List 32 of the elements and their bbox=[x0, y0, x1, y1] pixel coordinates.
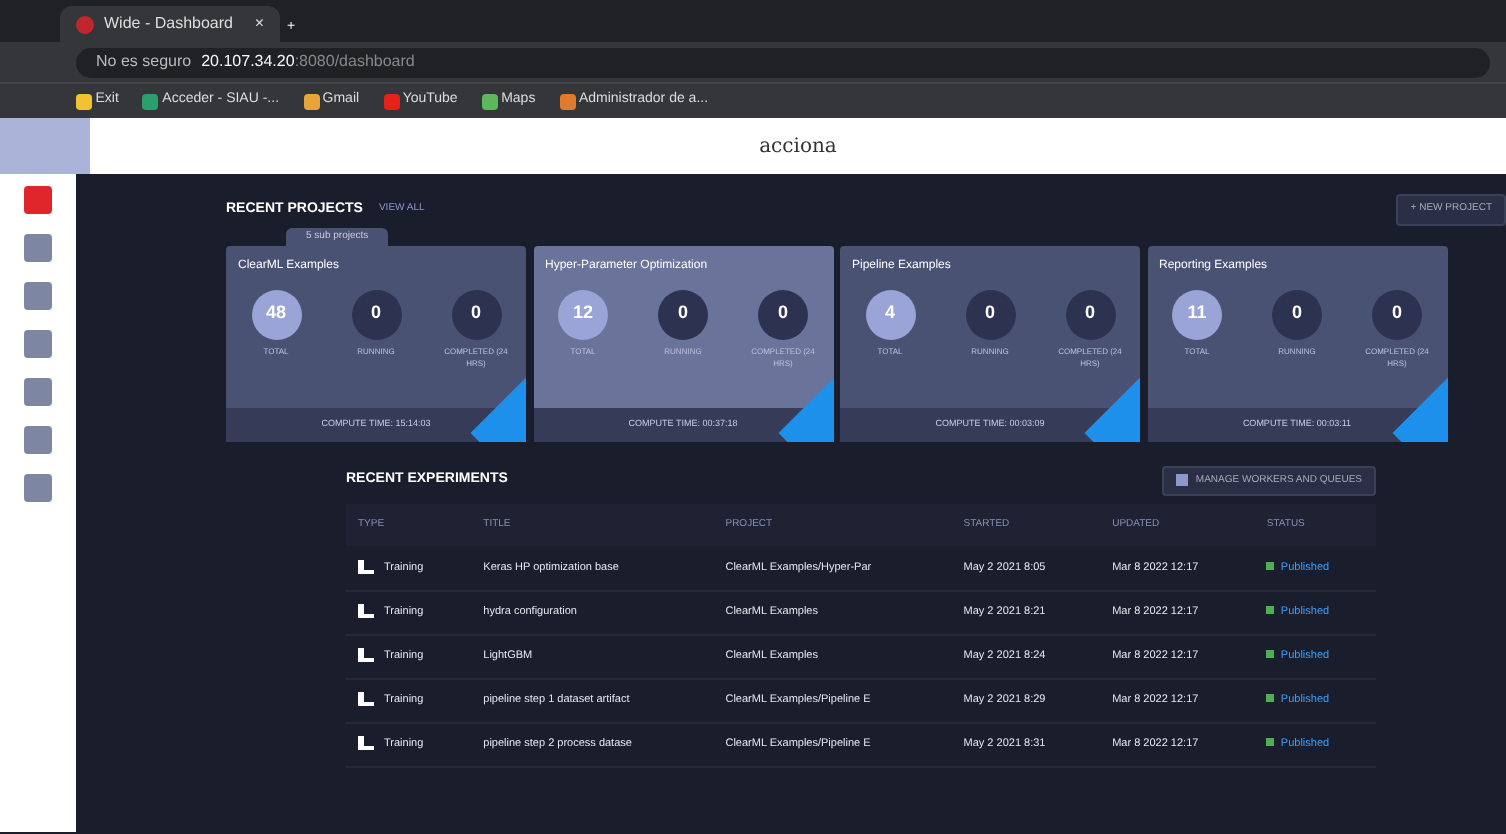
count-circle: 4 bbox=[865, 289, 915, 339]
sidebar-icon[interactable] bbox=[24, 474, 52, 502]
count-circle: 0 bbox=[1272, 289, 1322, 339]
url-text: 20.107.34.20:8080/dashboard bbox=[201, 50, 415, 74]
queue-icon bbox=[1175, 474, 1188, 487]
sidebar-icon[interactable] bbox=[24, 426, 52, 454]
sidebar-icon[interactable] bbox=[24, 186, 52, 214]
status-icon bbox=[1266, 561, 1275, 570]
status-icon bbox=[1266, 649, 1275, 658]
count-circle: 0 bbox=[658, 289, 708, 339]
count-circle: 12 bbox=[558, 289, 608, 339]
count-circle: 0 bbox=[965, 289, 1015, 339]
security-warning: No es seguro bbox=[96, 50, 192, 74]
sidebar-icon[interactable] bbox=[24, 330, 52, 358]
sidebar-icon[interactable] bbox=[24, 282, 52, 310]
address-bar[interactable]: No es seguro 20.107.34.20:8080/dashboard bbox=[76, 47, 1490, 77]
status-icon bbox=[1266, 605, 1275, 614]
logo-panel bbox=[0, 118, 90, 174]
count-circle: 0 bbox=[1065, 289, 1115, 339]
browser-tab[interactable]: Wide - Dashboard × bbox=[60, 6, 280, 42]
count-circle: 11 bbox=[1172, 289, 1222, 339]
sidebar-icon[interactable] bbox=[24, 378, 52, 406]
sidebar-icon[interactable] bbox=[24, 234, 52, 262]
count-circle: 0 bbox=[351, 289, 401, 339]
logo: acciona bbox=[759, 133, 837, 161]
count-circle: 0 bbox=[451, 289, 501, 339]
status-icon bbox=[1266, 693, 1275, 702]
status-icon bbox=[1266, 737, 1275, 746]
count-circle: 48 bbox=[251, 289, 301, 339]
count-circle: 0 bbox=[758, 289, 808, 339]
close-icon[interactable]: × bbox=[254, 12, 264, 36]
count-circle: 0 bbox=[1372, 289, 1422, 339]
